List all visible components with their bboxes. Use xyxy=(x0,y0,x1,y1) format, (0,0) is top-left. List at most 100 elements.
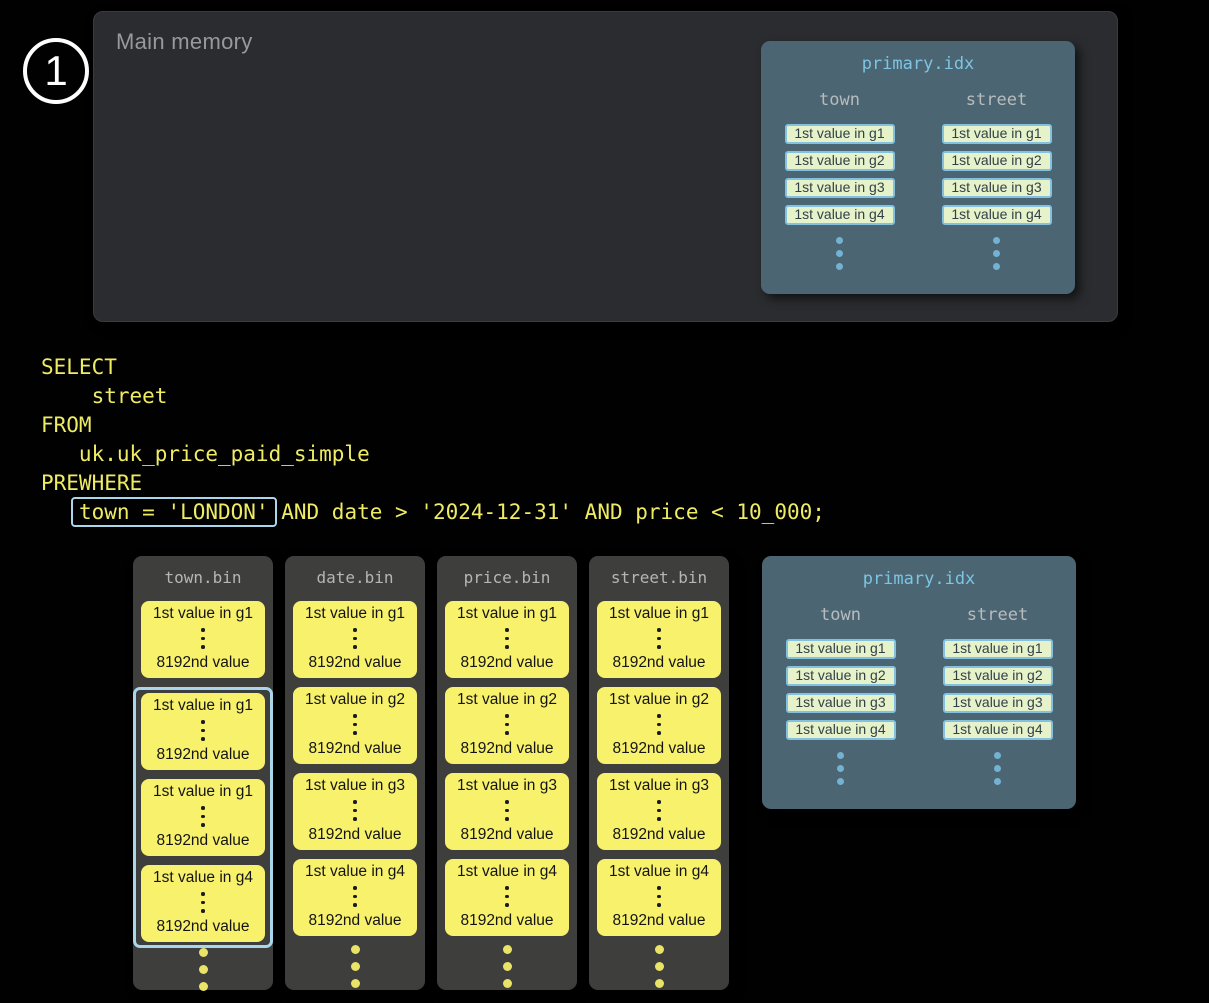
index-entry-chip: 1st value in g2 xyxy=(785,151,895,171)
index-entry-chip: 1st value in g3 xyxy=(942,178,1052,198)
column-file-title: date.bin xyxy=(316,568,393,587)
dot xyxy=(657,714,661,718)
dot xyxy=(505,895,509,899)
ellipsis-dots xyxy=(657,628,661,649)
dot xyxy=(505,809,509,813)
granule-first-value: 1st value in g3 xyxy=(609,777,709,795)
granule-last-value: 8192nd value xyxy=(308,740,401,758)
granule-block: 1st value in g3 8192nd value xyxy=(597,773,721,850)
disk-section: town.bin 1st value in g1 8192nd value 1s… xyxy=(0,556,1209,1003)
dot xyxy=(353,637,357,641)
dot xyxy=(201,720,205,724)
index-entry-chip: 1st value in g3 xyxy=(786,693,896,713)
index-entries: 1st value in g11st value in g21st value … xyxy=(786,639,896,740)
dot xyxy=(199,948,208,957)
dot xyxy=(837,765,844,772)
dot xyxy=(201,892,205,896)
dot xyxy=(505,903,509,907)
sql-line: PREWHERE xyxy=(41,469,825,498)
dot xyxy=(353,731,357,735)
primary-index-box: primary.idx town 1st value in g11st valu… xyxy=(761,41,1075,294)
granule-blocks: 1st value in g1 8192nd value 1st value i… xyxy=(597,601,721,945)
granule-last-value: 8192nd value xyxy=(460,654,553,672)
dot xyxy=(353,628,357,632)
index-column-header: town xyxy=(820,605,861,625)
granule-last-value: 8192nd value xyxy=(156,832,249,850)
dot xyxy=(353,886,357,890)
dot xyxy=(201,823,205,827)
granule-block: 1st value in g1 8192nd value xyxy=(597,601,721,678)
ellipsis-dots xyxy=(993,237,1000,270)
granule-first-value: 1st value in g1 xyxy=(153,697,253,715)
granule-blocks: 1st value in g1 8192nd value 1st value i… xyxy=(445,601,569,945)
dot xyxy=(994,778,1001,785)
dot xyxy=(655,979,664,988)
ellipsis-dots xyxy=(201,628,205,649)
granule-block: 1st value in g2 8192nd value xyxy=(597,687,721,764)
granule-last-value: 8192nd value xyxy=(460,912,553,930)
selected-granules-outline: 1st value in g1 8192nd value 1st value i… xyxy=(133,687,273,948)
granule-block: 1st value in g1 8192nd value xyxy=(141,693,265,770)
dot xyxy=(505,886,509,890)
index-entries: 1st value in g11st value in g21st value … xyxy=(785,124,895,225)
dot xyxy=(505,731,509,735)
granule-block: 1st value in g2 8192nd value xyxy=(293,687,417,764)
index-column: town 1st value in g11st value in g21st v… xyxy=(762,605,919,785)
dot xyxy=(505,723,509,727)
dot xyxy=(836,237,843,244)
dot xyxy=(351,945,360,954)
index-entries: 1st value in g11st value in g21st value … xyxy=(943,639,1053,740)
dot xyxy=(353,800,357,804)
granule-block: 1st value in g1 8192nd value xyxy=(293,601,417,678)
index-column-header: street xyxy=(966,90,1027,110)
dot xyxy=(503,962,512,971)
ellipsis-dots xyxy=(199,948,208,991)
dot xyxy=(353,645,357,649)
dot xyxy=(503,945,512,954)
index-entry-chip: 1st value in g3 xyxy=(943,693,1053,713)
granule-first-value: 1st value in g1 xyxy=(457,605,557,623)
sql-text: SELECT xyxy=(41,355,117,379)
dot xyxy=(505,817,509,821)
granule-last-value: 8192nd value xyxy=(460,826,553,844)
column-file-title: price.bin xyxy=(464,568,551,587)
granule-last-value: 8192nd value xyxy=(308,654,401,672)
sql-line: SELECT xyxy=(41,353,825,382)
primary-index-columns: town 1st value in g11st value in g21st v… xyxy=(761,90,1075,270)
dot xyxy=(353,903,357,907)
dot xyxy=(657,903,661,907)
dot xyxy=(199,982,208,991)
dot xyxy=(836,263,843,270)
granule-last-value: 8192nd value xyxy=(460,740,553,758)
index-entries: 1st value in g11st value in g21st value … xyxy=(942,124,1052,225)
sql-text: FROM xyxy=(41,413,92,437)
granule-first-value: 1st value in g3 xyxy=(457,777,557,795)
granule-first-value: 1st value in g4 xyxy=(305,863,405,881)
dot xyxy=(657,809,661,813)
dot xyxy=(837,752,844,759)
granule-last-value: 8192nd value xyxy=(308,912,401,930)
dot xyxy=(201,637,205,641)
dot xyxy=(994,752,1001,759)
granule-first-value: 1st value in g4 xyxy=(153,869,253,887)
index-entry-chip: 1st value in g1 xyxy=(785,124,895,144)
dot xyxy=(353,809,357,813)
granule-block: 1st value in g4 8192nd value xyxy=(445,859,569,936)
ellipsis-dots xyxy=(201,720,205,741)
dot xyxy=(353,895,357,899)
dot xyxy=(505,800,509,804)
dot xyxy=(201,901,205,905)
granule-block: 1st value in g1 8192nd value xyxy=(445,601,569,678)
ellipsis-dots xyxy=(505,714,509,735)
column-files-row: town.bin 1st value in g1 8192nd value 1s… xyxy=(133,556,729,990)
dot xyxy=(657,628,661,632)
index-column-header: town xyxy=(819,90,860,110)
index-entry-chip: 1st value in g2 xyxy=(943,666,1053,686)
ellipsis-dots xyxy=(201,892,205,913)
dot xyxy=(353,714,357,718)
granule-first-value: 1st value in g1 xyxy=(305,605,405,623)
column-file: town.bin 1st value in g1 8192nd value 1s… xyxy=(133,556,273,990)
dot xyxy=(503,979,512,988)
granule-last-value: 8192nd value xyxy=(156,654,249,672)
ellipsis-dots xyxy=(994,752,1001,785)
